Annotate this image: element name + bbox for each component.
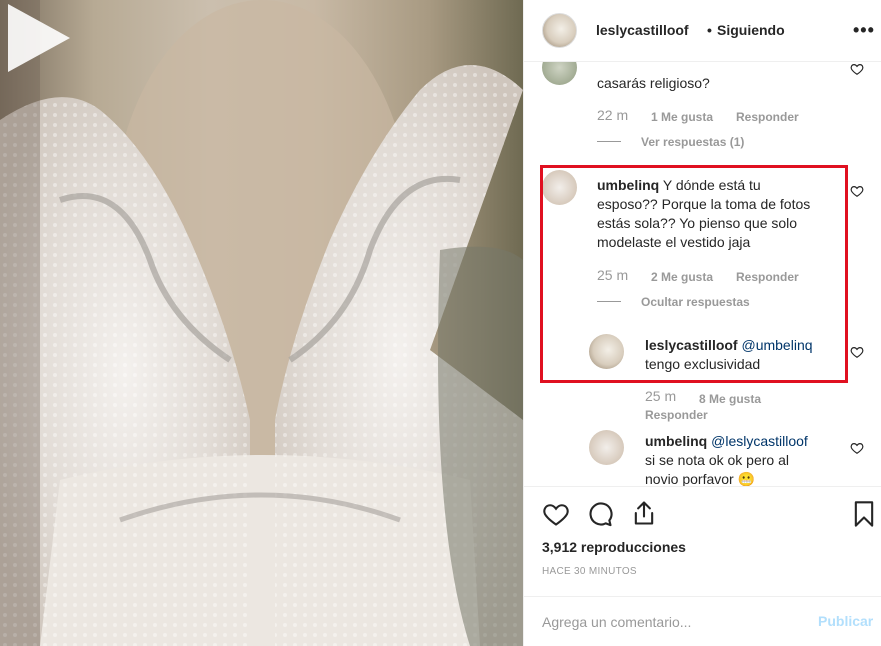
highlight-box — [540, 165, 848, 383]
comment-text: umbelinq @leslycastilloof si se nota ok … — [645, 432, 855, 486]
more-options-icon[interactable]: ••• — [853, 20, 875, 41]
heart-icon[interactable] — [542, 500, 570, 528]
like-comment-icon[interactable] — [850, 345, 864, 359]
share-icon[interactable] — [630, 499, 658, 527]
like-comment-icon[interactable] — [850, 62, 864, 76]
comment-likes[interactable]: 1 Me gusta — [651, 110, 713, 124]
author-avatar[interactable] — [542, 13, 577, 48]
comment-username[interactable]: umbelinq — [645, 433, 707, 449]
author-username[interactable]: leslycastilloof — [596, 22, 689, 38]
commenter-avatar[interactable] — [542, 62, 577, 85]
comment-time[interactable]: 25 m — [645, 388, 676, 404]
comment-text: casarás religioso? — [597, 75, 710, 91]
reply-button[interactable]: Responder — [645, 408, 708, 422]
separator-dot: • — [707, 22, 712, 38]
comment-line: novio porfavor 😬 — [645, 471, 756, 486]
play-icon[interactable] — [0, 0, 76, 76]
post-timestamp: HACE 30 MINUTOS — [542, 566, 637, 577]
wedding-dress-image — [0, 0, 523, 646]
publish-button[interactable]: Publicar — [818, 613, 873, 629]
comment-likes[interactable]: 8 Me gusta — [699, 392, 761, 406]
following-status[interactable]: Siguiendo — [717, 22, 785, 38]
like-comment-icon[interactable] — [850, 184, 864, 198]
comment-input[interactable] — [542, 611, 802, 633]
video-post-media[interactable] — [0, 0, 523, 646]
post-header: leslycastilloof • Siguiendo ••• — [524, 0, 881, 62]
view-count[interactable]: 3,912 reproducciones — [542, 539, 686, 555]
bookmark-icon[interactable] — [850, 500, 878, 528]
view-replies-button[interactable]: Ver respuestas (1) — [641, 135, 744, 149]
like-comment-icon[interactable] — [850, 441, 864, 455]
replies-line — [597, 141, 621, 142]
comment-icon[interactable] — [586, 500, 614, 528]
post-actions: 3,912 reproducciones HACE 30 MINUTOS — [524, 486, 881, 606]
reply-button[interactable]: Responder — [736, 110, 799, 124]
comment-mention[interactable]: @leslycastilloof — [711, 433, 808, 449]
add-comment-bar: Publicar — [524, 596, 881, 646]
comment-line: si se nota ok ok pero al — [645, 452, 789, 468]
commenter-avatar[interactable] — [589, 430, 624, 465]
comment-time[interactable]: 22 m — [597, 107, 628, 123]
